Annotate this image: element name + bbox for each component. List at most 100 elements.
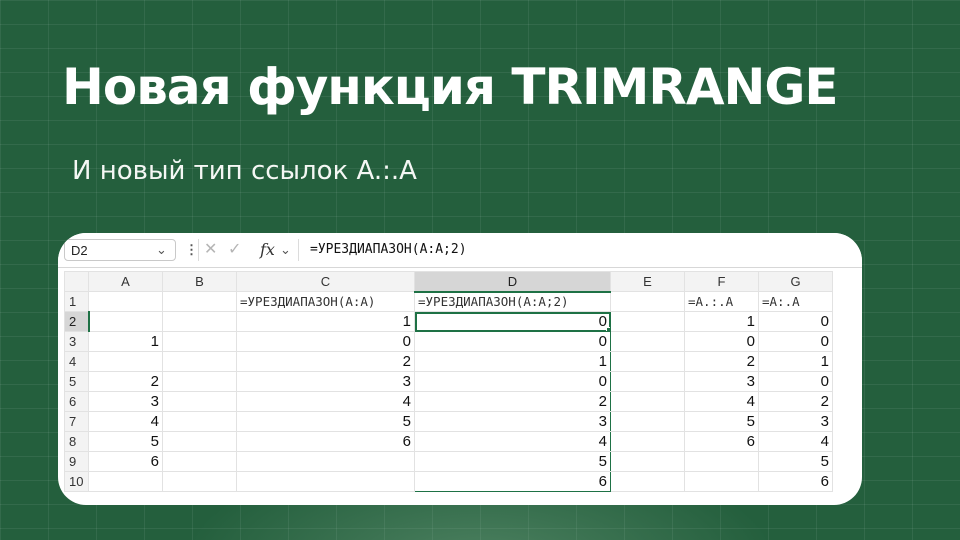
- cell-f9[interactable]: [684, 451, 759, 472]
- table-row: 523030: [64, 371, 833, 392]
- select-all-corner[interactable]: [64, 271, 89, 292]
- cell-e1[interactable]: [610, 291, 685, 312]
- cell-f3[interactable]: 0: [684, 331, 759, 352]
- cell-g10[interactable]: 6: [758, 471, 833, 492]
- row-header-8[interactable]: 8: [64, 431, 89, 452]
- more-icon[interactable]: ⋮: [185, 239, 198, 261]
- cell-b10[interactable]: [162, 471, 237, 492]
- cell-g2[interactable]: 0: [758, 311, 833, 332]
- cell-e8[interactable]: [610, 431, 685, 452]
- cell-b2[interactable]: [162, 311, 237, 332]
- cell-c2[interactable]: 1: [236, 311, 415, 332]
- cell-e3[interactable]: [610, 331, 685, 352]
- cell-a4[interactable]: [88, 351, 163, 372]
- cell-d3[interactable]: 0: [414, 331, 611, 352]
- row-header-3[interactable]: 3: [64, 331, 89, 352]
- cell-e5[interactable]: [610, 371, 685, 392]
- cell-d9[interactable]: 5: [414, 451, 611, 472]
- cancel-icon[interactable]: ✕: [204, 239, 217, 261]
- row-header-7[interactable]: 7: [64, 411, 89, 432]
- cell-d8[interactable]: 4: [414, 431, 611, 452]
- row-header-2[interactable]: 2: [64, 311, 90, 332]
- cell-b9[interactable]: [162, 451, 237, 472]
- fx-icon[interactable]: fx: [260, 239, 275, 261]
- cell-e10[interactable]: [610, 471, 685, 492]
- cell-e7[interactable]: [610, 411, 685, 432]
- column-header-f[interactable]: F: [684, 271, 759, 292]
- cell-d1[interactable]: =УРЕЗДИАПАЗОН(A:A;2): [414, 291, 611, 312]
- cell-f6[interactable]: 4: [684, 391, 759, 412]
- cell-d5[interactable]: 0: [414, 371, 611, 392]
- cell-g4[interactable]: 1: [758, 351, 833, 372]
- row-header-5[interactable]: 5: [64, 371, 89, 392]
- cell-d2[interactable]: 0: [414, 311, 611, 332]
- column-header-c[interactable]: C: [236, 271, 415, 292]
- cell-c9[interactable]: [236, 451, 415, 472]
- column-header-g[interactable]: G: [758, 271, 833, 292]
- cell-g7[interactable]: 3: [758, 411, 833, 432]
- cell-f10[interactable]: [684, 471, 759, 492]
- cell-c4[interactable]: 2: [236, 351, 415, 372]
- formula-input[interactable]: =УРЕЗДИАПАЗОН(A:A;2): [310, 239, 467, 261]
- cell-a8[interactable]: 5: [88, 431, 163, 452]
- cell-b5[interactable]: [162, 371, 237, 392]
- cell-f4[interactable]: 2: [684, 351, 759, 372]
- table-row: 10 6 6: [64, 471, 833, 492]
- cell-g1[interactable]: =A:.A: [758, 291, 833, 312]
- cell-a7[interactable]: 4: [88, 411, 163, 432]
- cell-d6[interactable]: 2: [414, 391, 611, 412]
- cell-a5[interactable]: 2: [88, 371, 163, 392]
- cell-c5[interactable]: 3: [236, 371, 415, 392]
- chevron-down-icon[interactable]: ⌄: [156, 239, 167, 261]
- cell-b8[interactable]: [162, 431, 237, 452]
- cell-f8[interactable]: 6: [684, 431, 759, 452]
- cell-e2[interactable]: [610, 311, 685, 332]
- cell-a6[interactable]: 3: [88, 391, 163, 412]
- cell-e4[interactable]: [610, 351, 685, 372]
- cell-c6[interactable]: 4: [236, 391, 415, 412]
- table-row: 1 =УРЕЗДИАПАЗОН(A:A) =УРЕЗДИАПАЗОН(A:A;2) =…: [64, 291, 833, 312]
- cell-c3[interactable]: 0: [236, 331, 415, 352]
- cell-c7[interactable]: 5: [236, 411, 415, 432]
- cell-c1[interactable]: =УРЕЗДИАПАЗОН(A:A): [236, 291, 415, 312]
- cell-a3[interactable]: 1: [88, 331, 163, 352]
- cell-f2[interactable]: 1: [684, 311, 759, 332]
- cell-b7[interactable]: [162, 411, 237, 432]
- cell-b4[interactable]: [162, 351, 237, 372]
- column-header-d[interactable]: D: [414, 271, 611, 293]
- cell-g3[interactable]: 0: [758, 331, 833, 352]
- cell-a2[interactable]: [88, 311, 163, 332]
- column-header-e[interactable]: E: [610, 271, 685, 292]
- column-header-a[interactable]: A: [88, 271, 163, 292]
- spreadsheet-grid: ABCDEFG 1 =УРЕЗДИАПАЗОН(A:A) =УРЕЗДИАПАЗОН…: [64, 271, 833, 492]
- row-header-1[interactable]: 1: [64, 291, 89, 312]
- row-header-9[interactable]: 9: [64, 451, 89, 472]
- cell-g6[interactable]: 2: [758, 391, 833, 412]
- enter-icon[interactable]: ✓: [228, 239, 241, 261]
- cell-f1[interactable]: =A.:.A: [684, 291, 759, 312]
- cell-c10[interactable]: [236, 471, 415, 492]
- cell-b3[interactable]: [162, 331, 237, 352]
- cell-b6[interactable]: [162, 391, 237, 412]
- cell-d10[interactable]: 6: [414, 471, 611, 492]
- cell-d7[interactable]: 3: [414, 411, 611, 432]
- cell-d4[interactable]: 1: [414, 351, 611, 372]
- formula-bar: D2 ⌄ ⋮ ✕ ✓ fx ⌄ =УРЕЗДИАПАЗОН(A:A;2): [58, 233, 862, 268]
- row-header-6[interactable]: 6: [64, 391, 89, 412]
- cell-a1[interactable]: [88, 291, 163, 312]
- cell-g8[interactable]: 4: [758, 431, 833, 452]
- row-header-4[interactable]: 4: [64, 351, 89, 372]
- cell-g5[interactable]: 0: [758, 371, 833, 392]
- cell-e9[interactable]: [610, 451, 685, 472]
- cell-e6[interactable]: [610, 391, 685, 412]
- cell-a10[interactable]: [88, 471, 163, 492]
- cell-c8[interactable]: 6: [236, 431, 415, 452]
- row-header-10[interactable]: 10: [64, 471, 89, 492]
- cell-a9[interactable]: 6: [88, 451, 163, 472]
- cell-f7[interactable]: 5: [684, 411, 759, 432]
- column-header-b[interactable]: B: [162, 271, 237, 292]
- cell-b1[interactable]: [162, 291, 237, 312]
- cell-f5[interactable]: 3: [684, 371, 759, 392]
- chevron-down-icon[interactable]: ⌄: [280, 239, 291, 261]
- cell-g9[interactable]: 5: [758, 451, 833, 472]
